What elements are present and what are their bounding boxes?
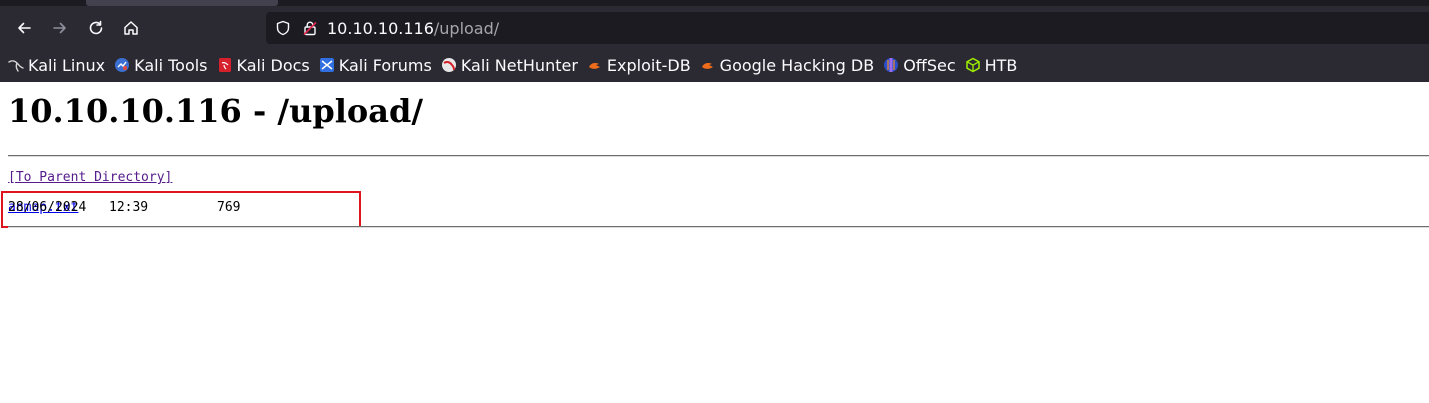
- back-button[interactable]: [8, 12, 40, 44]
- bookmark-label: OffSec: [903, 55, 956, 75]
- url-text[interactable]: 10.10.10.116/upload/: [327, 19, 499, 38]
- google-hacking-db-icon: [700, 57, 716, 73]
- kali-dragon-icon: [8, 57, 24, 73]
- url-path: /upload/: [433, 18, 500, 38]
- bookmark-label: Kali Forums: [338, 55, 432, 75]
- browser-chrome: 10.10.10.116/upload/ Kali Linux Kali Too…: [0, 0, 1429, 82]
- url-host: 10.10.10.116: [327, 18, 434, 38]
- bookmark-offsec[interactable]: OffSec: [883, 52, 956, 78]
- tracking-protection-shield-icon[interactable]: [275, 20, 291, 36]
- offsec-icon: [883, 57, 899, 73]
- bookmark-label: Kali Docs: [236, 55, 310, 75]
- bookmark-kali-docs[interactable]: Kali Docs: [217, 52, 310, 78]
- page-content: 10.10.10.116 - /upload/ [To Parent Direc…: [0, 82, 1429, 403]
- arrow-left-icon: [18, 22, 31, 34]
- page-title: 10.10.10.116 - /upload/: [8, 92, 423, 130]
- bookmark-htb[interactable]: HTB: [965, 52, 1018, 78]
- divider-top: [8, 155, 1429, 157]
- bookmark-kali-nethunter[interactable]: Kali NetHunter: [441, 52, 578, 78]
- home-icon: [124, 21, 138, 35]
- bookmark-label: Exploit-DB: [606, 55, 691, 75]
- divider-bottom: [8, 226, 1429, 228]
- highlight-annotation: [1, 191, 361, 228]
- kali-tools-icon: [114, 57, 130, 73]
- bookmark-label: Kali Tools: [134, 55, 208, 75]
- bookmark-label: Google Hacking DB: [719, 55, 875, 75]
- bookmark-exploit-db[interactable]: Exploit-DB: [587, 52, 691, 78]
- bookmark-kali-tools[interactable]: Kali Tools: [114, 52, 208, 78]
- forward-button[interactable]: [44, 12, 76, 44]
- active-tab[interactable]: [86, 0, 278, 6]
- bookmark-google-hacking-db[interactable]: Google Hacking DB: [700, 52, 875, 78]
- bookmarks-toolbar: Kali Linux Kali Tools Kali Docs Kali For…: [8, 52, 1026, 78]
- exploit-db-icon: [587, 57, 603, 73]
- reload-button[interactable]: [80, 12, 112, 44]
- reload-icon: [89, 20, 103, 35]
- bookmark-kali-forums[interactable]: Kali Forums: [319, 52, 432, 78]
- url-bar[interactable]: 10.10.10.116/upload/: [266, 12, 1429, 44]
- insecure-lock-icon[interactable]: [302, 20, 318, 36]
- bookmark-label: Kali Linux: [28, 55, 106, 75]
- bookmark-kali-linux[interactable]: Kali Linux: [8, 52, 105, 78]
- parent-directory-link[interactable]: [To Parent Directory]: [8, 170, 172, 185]
- bookmark-label: HTB: [984, 55, 1018, 75]
- htb-icon: [965, 57, 981, 73]
- home-button[interactable]: [115, 12, 147, 44]
- kali-docs-icon: [217, 57, 233, 73]
- bookmark-label: Kali NetHunter: [460, 55, 578, 75]
- arrow-right-icon: [53, 22, 66, 34]
- kali-forums-icon: [319, 57, 335, 73]
- kali-nethunter-icon: [441, 57, 457, 73]
- navigation-toolbar: 10.10.10.116/upload/: [0, 8, 1429, 48]
